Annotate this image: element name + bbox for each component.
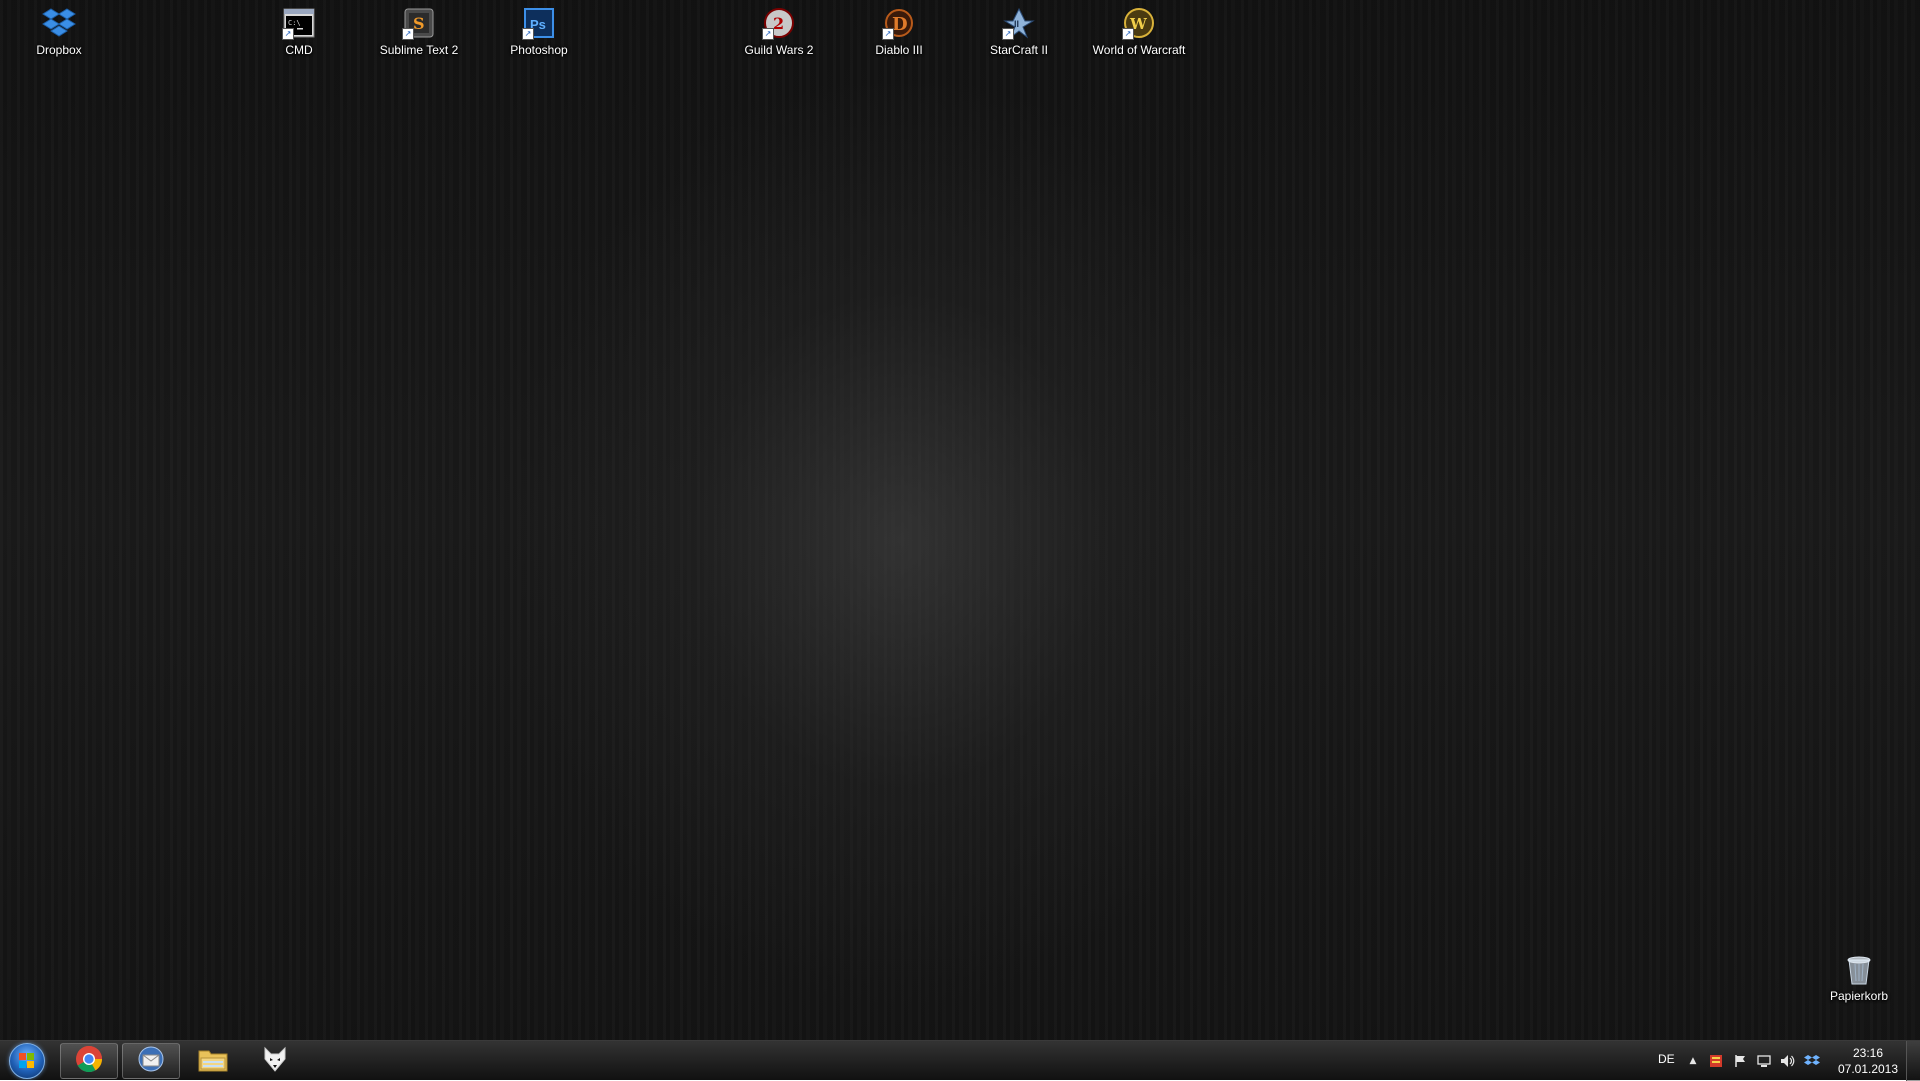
file-explorer-icon — [197, 1045, 229, 1077]
desktop-icon-label: Photoshop — [510, 43, 568, 57]
svg-text:II: II — [1014, 19, 1019, 29]
desktop-icon-label: CMD — [285, 43, 313, 57]
desktop-icon-label: Papierkorb — [1829, 989, 1889, 1003]
shortcut-arrow-icon: ↗ — [522, 28, 534, 40]
taskbar-button-chrome[interactable] — [60, 1043, 118, 1079]
recycle-bin-icon — [1842, 952, 1876, 986]
svg-text:D: D — [892, 14, 908, 35]
desktop-icon-label: Guild Wars 2 — [744, 43, 814, 57]
desktop-icon-sublime-text[interactable]: S ↗ Sublime Text 2 — [364, 0, 474, 57]
desktop-icon-recycle-bin[interactable]: Papierkorb — [1804, 946, 1914, 1003]
desktop: Dropbox C:\ ↗ CMD S ↗ Sublime Text 2 Ps … — [0, 0, 1920, 1040]
svg-text:C:\: C:\ — [288, 19, 301, 27]
dropbox-icon — [42, 6, 76, 40]
desktop-icon-label: Sublime Text 2 — [379, 43, 459, 57]
starcraft-icon: II ↗ — [1002, 6, 1036, 40]
action-center-flag-icon[interactable] — [1732, 1053, 1748, 1069]
shortcut-arrow-icon: ↗ — [762, 28, 774, 40]
svg-text:2: 2 — [773, 14, 784, 33]
cmd-icon: C:\ ↗ — [282, 6, 316, 40]
shortcut-arrow-icon: ↗ — [1122, 28, 1134, 40]
guild-wars-icon: 2 ↗ — [762, 6, 796, 40]
shortcut-arrow-icon: ↗ — [402, 28, 414, 40]
shortcut-arrow-icon: ↗ — [1002, 28, 1014, 40]
clock[interactable]: 23:16 07.01.2013 — [1826, 1045, 1910, 1077]
photoshop-icon: Ps ↗ — [522, 6, 556, 40]
desktop-icon-guild-wars[interactable]: 2 ↗ Guild Wars 2 — [724, 0, 834, 57]
taskbar-button-foobar[interactable] — [246, 1043, 304, 1079]
windows-logo-icon — [9, 1043, 45, 1079]
start-button[interactable] — [4, 1043, 50, 1079]
clock-time: 23:16 — [1852, 1046, 1884, 1060]
desktop-icon-label: Dropbox — [36, 43, 82, 57]
desktop-icon-dropbox[interactable]: Dropbox — [4, 0, 114, 57]
taskbar: DE ▲ 23:16 07.01.2013 — [0, 1040, 1920, 1081]
desktop-icon-starcraft[interactable]: II ↗ StarCraft II — [964, 0, 1074, 57]
sublime-text-icon: S ↗ — [402, 6, 436, 40]
language-indicator[interactable]: DE — [1658, 1052, 1675, 1066]
desktop-icon-world-of-warcraft[interactable]: W ↗ World of Warcraft — [1084, 0, 1194, 57]
network-icon[interactable] — [1756, 1053, 1772, 1069]
dropbox-tray-icon[interactable] — [1804, 1053, 1820, 1069]
show-hidden-icons-icon[interactable]: ▲ — [1685, 1053, 1701, 1069]
tray-app-icon[interactable] — [1708, 1053, 1724, 1069]
desktop-icon-label: Diablo III — [875, 43, 923, 57]
desktop-icon-label: StarCraft II — [989, 43, 1048, 57]
taskbar-button-file-explorer[interactable] — [184, 1043, 242, 1079]
shortcut-arrow-icon: ↗ — [882, 28, 894, 40]
show-desktop-button[interactable] — [1906, 1041, 1920, 1081]
clock-date: 07.01.2013 — [1837, 1062, 1899, 1076]
foobar-icon — [261, 1045, 289, 1077]
desktop-icon-photoshop[interactable]: Ps ↗ Photoshop — [484, 0, 594, 57]
diablo-icon: D ↗ — [882, 6, 916, 40]
shortcut-arrow-icon: ↗ — [282, 28, 294, 40]
world-of-warcraft-icon: W ↗ — [1122, 6, 1156, 40]
svg-text:S: S — [413, 14, 425, 33]
taskbar-button-thunderbird[interactable] — [122, 1043, 180, 1079]
desktop-icon-cmd[interactable]: C:\ ↗ CMD — [244, 0, 354, 57]
chrome-icon — [75, 1045, 103, 1077]
volume-icon[interactable] — [1780, 1053, 1796, 1069]
thunderbird-icon — [137, 1045, 165, 1077]
desktop-icon-diablo[interactable]: D ↗ Diablo III — [844, 0, 954, 57]
desktop-icon-label: World of Warcraft — [1092, 43, 1186, 57]
